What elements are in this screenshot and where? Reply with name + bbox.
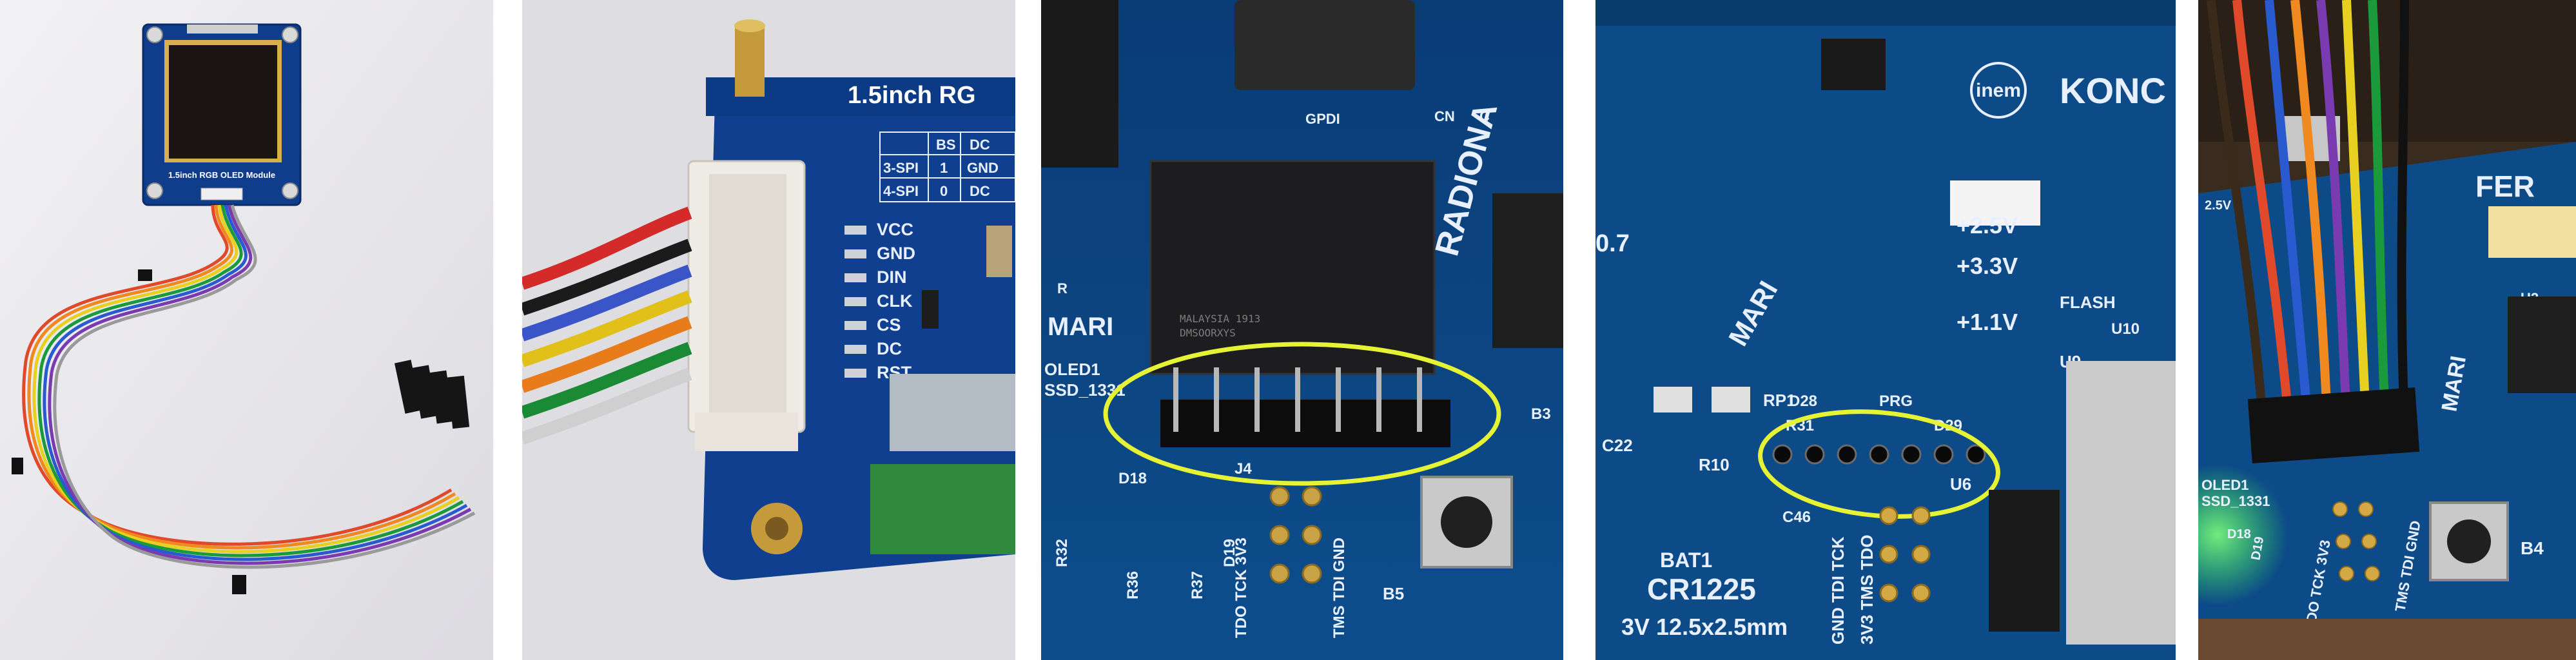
cn-label: CN xyxy=(1434,108,1455,124)
pin-label-dc: DC xyxy=(877,339,902,358)
table-row2-dc: DC xyxy=(970,183,990,199)
pin-label-vcc: VCC xyxy=(877,220,913,239)
pin-label-cs: CS xyxy=(877,315,901,335)
photo-board-header-2: inem KONC +2.5V +3.3V +1.1V FLASH U10 U9… xyxy=(1595,0,2176,660)
pin-label-gnd: GND xyxy=(877,244,915,263)
photo-board-wired: FER 2.5V U2 MARI OLED1 SSD_1331 D18 D19 … xyxy=(2198,0,2576,660)
ssd-label-5: SSD_1331 xyxy=(2201,493,2270,509)
cr-spec-label: 3V 12.5x2.5mm xyxy=(1621,614,1788,640)
brand-label: KONC xyxy=(2060,70,2166,111)
r37-label: R37 xyxy=(1189,571,1206,599)
push-button-b4 xyxy=(2429,501,2509,581)
jtag-row-b: 3V3 TMS TDO xyxy=(1857,535,1877,645)
r32-label: R32 xyxy=(1053,539,1071,567)
table-row2-bs: 0 xyxy=(940,183,948,199)
table-header-dc: DC xyxy=(970,137,990,153)
pin-label-din: DIN xyxy=(877,267,907,287)
version-label: 0.7 xyxy=(1595,230,1630,257)
c22-label: C22 xyxy=(1602,436,1633,455)
module-label: 1.5inch RGB OLED Module xyxy=(168,170,275,180)
white-connector-housing xyxy=(687,160,806,451)
d28-label: D28 xyxy=(1789,393,1817,410)
pin-label-clk: CLK xyxy=(877,291,913,311)
b3-label: B3 xyxy=(1531,405,1551,423)
bat-label: BAT1 xyxy=(1660,548,1712,572)
photo-connector-closeup: 1.5inch RG BS DC 3-SPI 1 GND 4-SPI 0 DC … xyxy=(522,0,1015,660)
photo-oled-module: 1.5inch RGB OLED Module xyxy=(0,0,493,660)
c46-label: C46 xyxy=(1782,509,1811,526)
jtag-row-a: GND TDI TCK xyxy=(1828,536,1848,645)
table-header-bs: BS xyxy=(936,137,956,153)
prg-label: PRG xyxy=(1879,393,1913,410)
jtag-row1: TDO TCK 3V3 xyxy=(1233,538,1250,638)
cr-label: CR1225 xyxy=(1647,572,1756,606)
v25-label: +2.5V xyxy=(1956,212,2018,238)
inem-logo: inem xyxy=(1976,80,2021,101)
chip-text-line2: DMSOORXYS xyxy=(1180,327,1236,339)
r36-label: R36 xyxy=(1124,571,1142,599)
mark-logo: MARI xyxy=(1048,313,1113,341)
d18-label-5: D18 xyxy=(2227,527,2251,541)
board-title: 1.5inch RG xyxy=(848,82,976,109)
oled-label-5: OLED1 xyxy=(2201,477,2249,493)
table-row2-mode: 4-SPI xyxy=(883,183,919,199)
dupont-block xyxy=(2247,387,2420,463)
v11-label: +1.1V xyxy=(1956,309,2018,335)
b5-label: B5 xyxy=(1383,584,1404,603)
fer-label: FER xyxy=(2475,170,2535,203)
oled-module-board: 1.5inch RGB OLED Module xyxy=(142,23,302,206)
c-label: C xyxy=(1479,108,1490,124)
chip-text-line1: MALAYSIA 1913 xyxy=(1180,313,1260,325)
table-row1-mode: 3-SPI xyxy=(883,160,919,176)
gpdi-label: GPDI xyxy=(1305,111,1340,127)
v25-label-5: 2.5V xyxy=(2205,199,2232,213)
r10-label: R10 xyxy=(1699,455,1730,474)
push-button-b5 xyxy=(1420,476,1513,568)
fpga-chip: MALAYSIA 1913 DMSOORXYS xyxy=(1149,160,1436,375)
u10-label: U10 xyxy=(2111,320,2140,338)
table-row1-bs: 1 xyxy=(940,160,948,176)
u6-label: U6 xyxy=(1950,474,1971,494)
jtag-row2: TMS TDI GND xyxy=(1331,538,1348,638)
v33-label: +3.3V xyxy=(1956,253,2018,279)
table-row1-dc: GND xyxy=(967,160,999,176)
r-label: R xyxy=(1057,280,1068,296)
oled-label: OLED1 xyxy=(1044,360,1100,379)
d18-label: D18 xyxy=(1118,470,1147,487)
b4-label: B4 xyxy=(2521,538,2544,558)
j4-label: J4 xyxy=(1234,460,1252,478)
flash-label: FLASH xyxy=(2060,293,2116,312)
photo-board-j4-header: GPDI MALAYSIA 1913 DMSOORXYS RADIONA MAR… xyxy=(1041,0,1563,660)
